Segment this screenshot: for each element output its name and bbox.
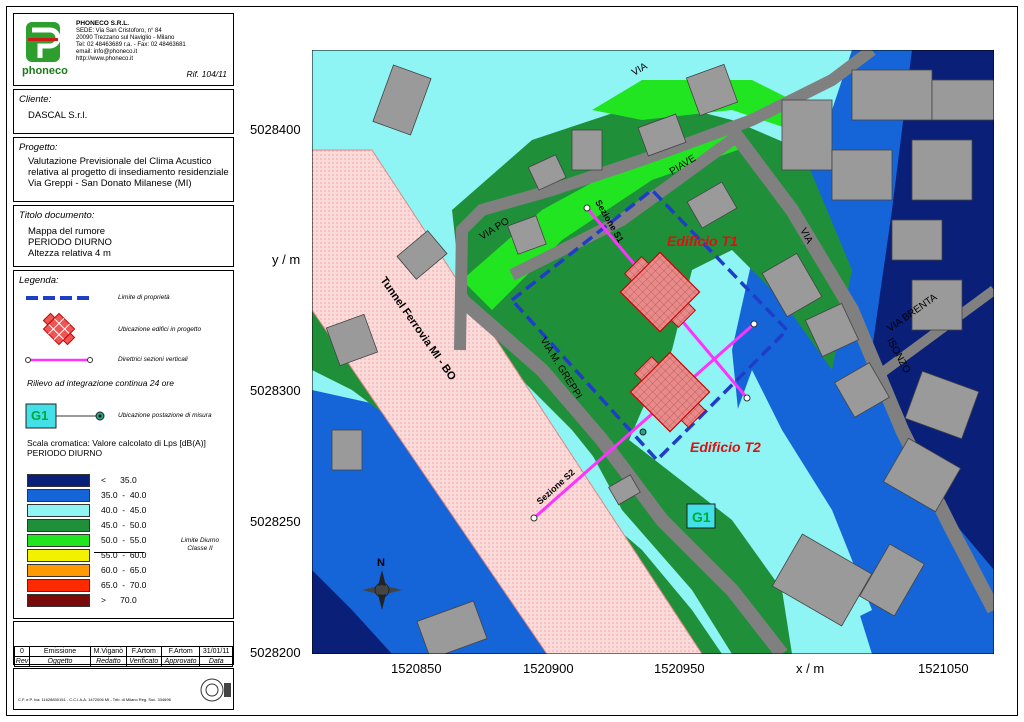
certification-seal-icon: [200, 678, 231, 702]
scale-label: 65.0 - 70.0: [101, 580, 147, 590]
titolo-line: Altezza relativa 4 m: [28, 248, 111, 259]
progetto-line: Valutazione Previsionale del Clima Acust…: [28, 156, 212, 167]
scale-swatch: [27, 579, 90, 592]
rev-cell: F.Artom: [160, 646, 201, 657]
revision-row: 0 Emissione M.Viganò F.Artom F.Artom 31/…: [14, 646, 233, 657]
g1-marker-label: G1: [692, 509, 711, 525]
titolo-line: PERIODO DIURNO: [28, 237, 112, 248]
limite-label: Limite Diurno Classe II: [180, 537, 220, 552]
x-tick-label: 1521050: [918, 661, 969, 676]
scale-label: 60.0 - 65.0: [101, 565, 147, 575]
cliente-value: DASCAL S.r.l.: [28, 110, 88, 121]
rev-header: Data: [199, 656, 233, 667]
rev-cell: Emissione: [29, 646, 91, 657]
g1-legend-label: Ubicazione postazione di misura: [118, 412, 212, 419]
rev-cell: F.Artom: [125, 646, 162, 657]
progetto-line: Via Greppi - San Donato Milanese (MI): [28, 178, 192, 189]
company-line: SEDE: Via San Cristoforo, n° 84: [76, 28, 162, 34]
scale-label: 35.0 - 40.0: [101, 490, 147, 500]
titolo-panel: Titolo documento: Mappa del rumore PERIO…: [13, 205, 234, 267]
titolo-label: Titolo documento:: [19, 210, 95, 221]
scale-label: 45.0 - 50.0: [101, 520, 147, 530]
x-tick-label: 1520850: [391, 661, 442, 676]
progetto-label: Progetto:: [19, 142, 58, 153]
scale-title: Scala cromatica: Valore calcolato di Lps…: [27, 438, 206, 448]
company-line: email: info@phoneco.it: [76, 49, 138, 55]
rev-header: Redatto: [90, 656, 127, 667]
y-tick-label: 5028400: [250, 122, 301, 137]
revision-table: 0 Emissione M.Viganò F.Artom F.Artom 31/…: [14, 646, 233, 667]
legend-item-label: Limite di proprietà: [118, 294, 170, 301]
edificio-t2-label: Edificio T2: [690, 439, 761, 455]
rev-header: Approvato: [160, 656, 201, 667]
x-tick-label: 1520900: [523, 661, 574, 676]
y-tick-label: 5028200: [250, 645, 301, 660]
progetto-line: relativa al progetto di insediamento res…: [28, 167, 229, 178]
rev-header: Oggetto: [29, 656, 91, 667]
scale-swatch: [27, 504, 90, 517]
scale-label: < 35.0: [101, 475, 137, 485]
scale-label: 50.0 - 55.0: [101, 535, 147, 545]
scale-swatch: [27, 594, 90, 607]
reference-number: Rif. 104/11: [186, 69, 227, 79]
y-tick-label: 5028300: [250, 383, 301, 398]
y-tick-label: 5028250: [250, 514, 301, 529]
cliente-label: Cliente:: [19, 94, 52, 105]
cliente-panel: Cliente: DASCAL S.r.l.: [13, 89, 234, 134]
edificio-t1-label: Edificio T1: [667, 233, 738, 249]
scale-swatch: [27, 519, 90, 532]
x-axis-title: x / m: [796, 661, 825, 676]
rev-cell: 31/01/11: [199, 646, 233, 657]
titolo-line: Mappa del rumore: [28, 226, 106, 237]
company-line: http://www.phoneco.it: [76, 56, 134, 62]
logo-text: phoneco: [22, 65, 68, 77]
scale-swatch: [27, 534, 90, 547]
scale-swatch: [27, 474, 90, 487]
rev-header: Verificato: [125, 656, 162, 667]
scale-swatch: [27, 564, 90, 577]
footer-text: C.F. e P. Iva: 11628830151 - C.C.I.A.A. …: [18, 697, 171, 702]
legend-item-label: Direttrici sezioni verticali: [118, 356, 188, 363]
scale-label: 40.0 - 45.0: [101, 505, 147, 515]
rev-cell: 0: [14, 646, 30, 657]
company-name: PHONECO S.R.L.: [76, 20, 130, 27]
building-symbol: [42, 312, 76, 346]
north-label: N: [377, 557, 385, 569]
noise-map: VIA PO VIA PIAVE VIA M. GREPPI ISONZO VI…: [312, 50, 994, 654]
company-line: 20090 Trezzano sul Naviglio - Milano: [76, 35, 175, 41]
rev-header: Rev: [14, 656, 30, 667]
scale-label: > 70.0: [101, 595, 137, 605]
progetto-panel: Progetto: Valutazione Previsionale del C…: [13, 137, 234, 202]
rev-cell: M.Viganò: [90, 646, 127, 657]
revision-panel: 0 Emissione M.Viganò F.Artom F.Artom 31/…: [13, 621, 234, 667]
g1-legend-text: G1: [31, 408, 49, 423]
scale-swatch: [27, 549, 90, 562]
company-line: Tel: 02 48463689 r.a. - Fax: 02 48463681: [76, 42, 186, 48]
legenda-panel: Legenda: Limite di proprietà Ubicazione …: [13, 270, 234, 619]
legend-item-label: Ubicazione edifici in progetto: [118, 326, 202, 333]
revision-header-row: Rev Oggetto Redatto Verificato Approvato…: [14, 656, 233, 667]
footer-panel: C.F. e P. Iva: 11628830151 - C.C.I.A.A. …: [13, 668, 234, 710]
x-tick-label: 1520950: [654, 661, 705, 676]
limit-line: [94, 552, 144, 553]
company-panel: phoneco PHONECO S.R.L. SEDE: Via San Cri…: [13, 13, 234, 86]
scale-subtitle: PERIODO DIURNO: [27, 448, 103, 458]
rilievo-label: Rilievo ad integrazione continua 24 ore: [27, 378, 174, 388]
y-axis-title: y / m: [272, 252, 301, 267]
scale-swatch: [27, 489, 90, 502]
